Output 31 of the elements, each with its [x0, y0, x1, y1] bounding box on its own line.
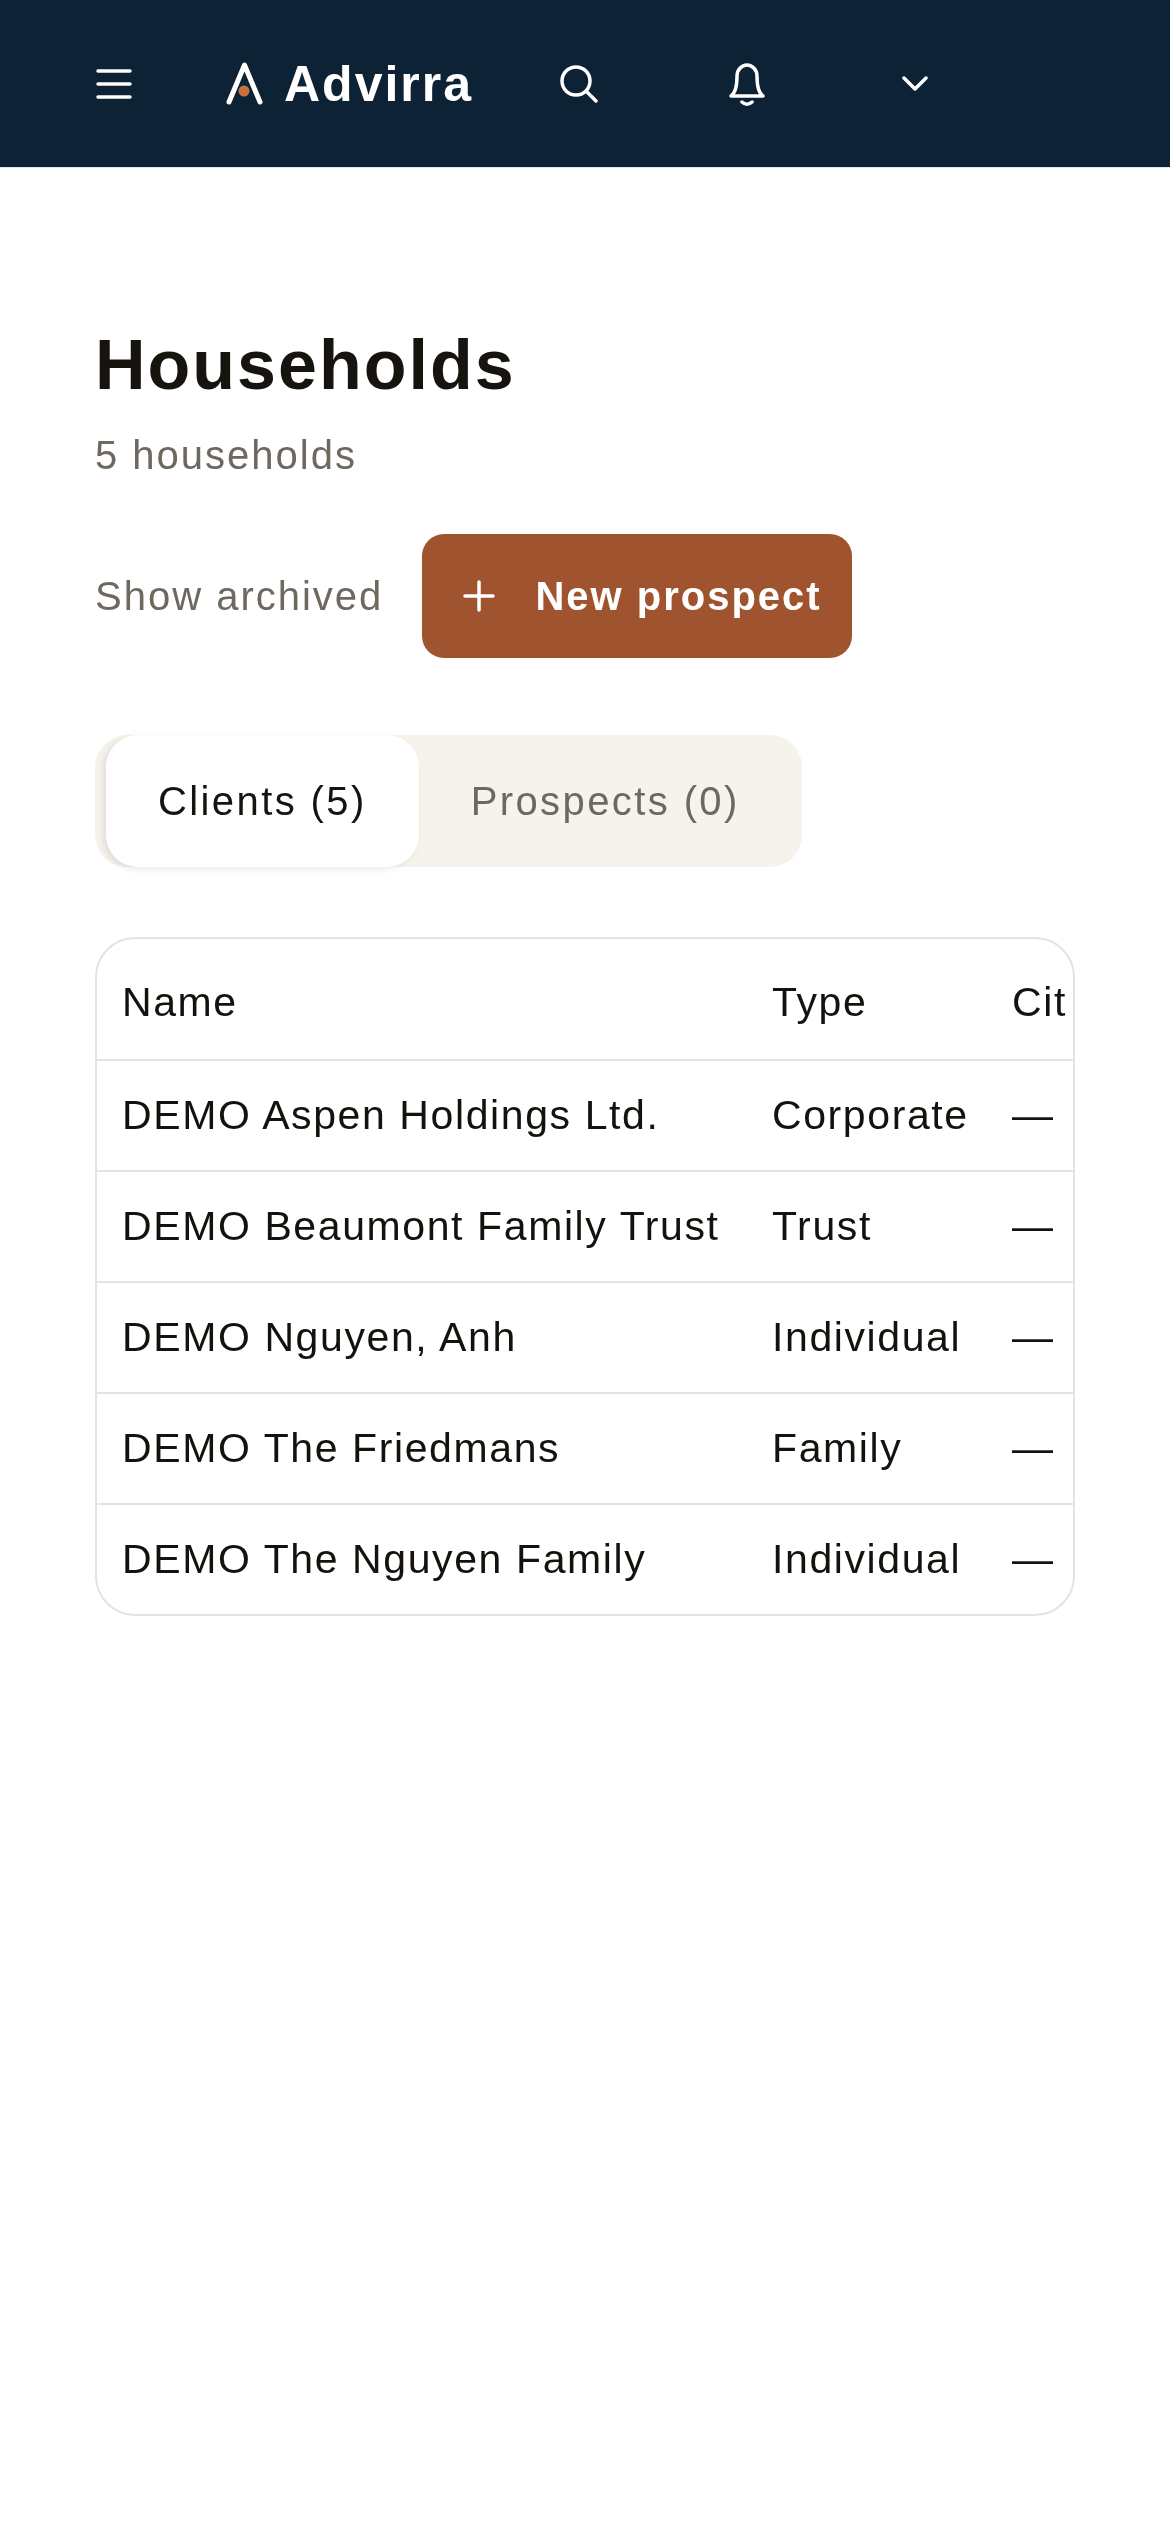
- table-cell-text: Corporate: [771, 1091, 970, 1140]
- bell-icon[interactable]: [727, 60, 768, 107]
- table-cell-text: —: [1011, 1202, 1056, 1251]
- table-cell-text: Trust: [771, 1202, 873, 1251]
- show-archived-toggle[interactable]: Show archived: [95, 572, 384, 620]
- household-count: 5 households: [95, 432, 357, 479]
- brand-name: Advirra: [284, 58, 474, 109]
- table-cell-text: DEMO Aspen Holdings Ltd.: [121, 1091, 661, 1140]
- column-header: Type: [771, 978, 869, 1027]
- table-cell-text: —: [1011, 1313, 1056, 1362]
- chevron-down-icon[interactable]: [902, 76, 929, 91]
- tab[interactable]: Clients (5): [106, 735, 419, 867]
- table-cell-text: —: [1011, 1091, 1056, 1140]
- menu-icon[interactable]: [96, 68, 132, 99]
- table-cell-text: Individual: [771, 1313, 963, 1362]
- page-title: Households: [95, 325, 516, 406]
- new-prospect-button[interactable]: New prospect: [422, 534, 852, 658]
- table-cell-text: —: [1011, 1535, 1056, 1584]
- plus-icon: [463, 580, 496, 612]
- table-cell-text: Individual: [771, 1535, 963, 1584]
- table-cell-text: DEMO The Friedmans: [121, 1424, 562, 1473]
- table-cell-text: Family: [771, 1424, 904, 1473]
- column-header: Name: [121, 978, 239, 1027]
- table-cell-text: —: [1011, 1424, 1056, 1473]
- table-cell-text: DEMO Beaumont Family Trust: [121, 1202, 721, 1251]
- tab[interactable]: Prospects (0): [418, 735, 792, 867]
- search-icon[interactable]: [559, 63, 600, 104]
- table-cell-text: DEMO The Nguyen Family: [121, 1535, 648, 1584]
- column-header: Cit: [1011, 978, 1068, 1027]
- table-cell-text: DEMO Nguyen, Anh: [121, 1313, 518, 1362]
- logo-icon: [226, 62, 263, 105]
